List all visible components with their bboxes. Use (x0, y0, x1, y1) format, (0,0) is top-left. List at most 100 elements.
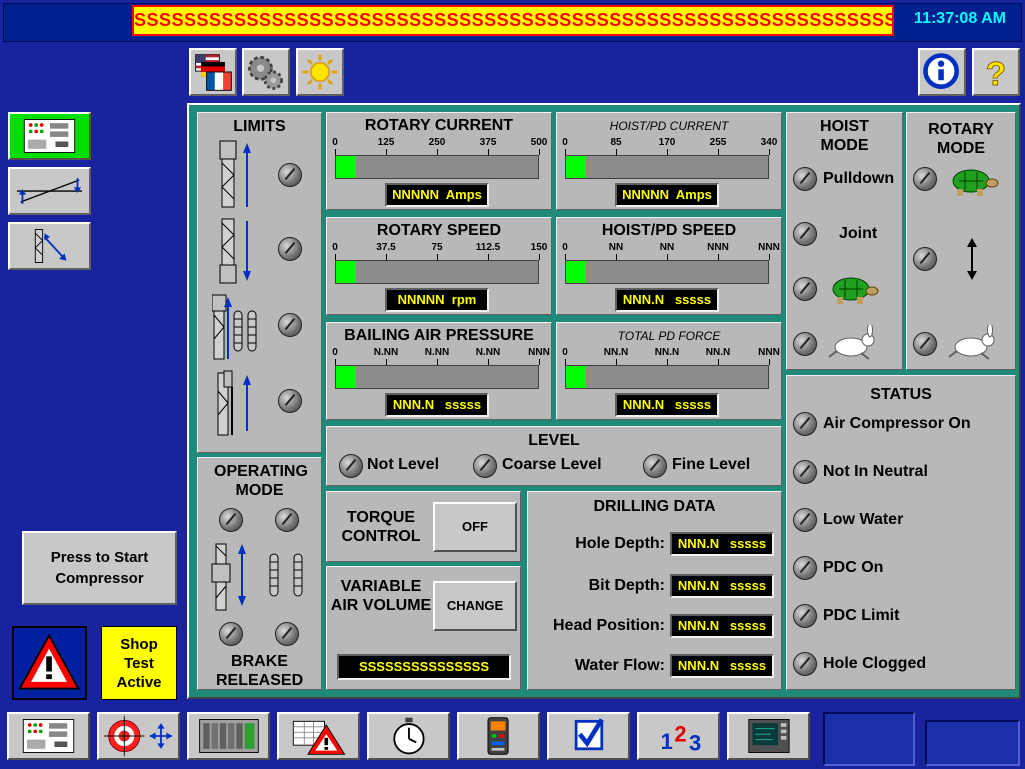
bottom-positioning-button[interactable] (97, 712, 180, 760)
rotary-speed-scale-label: 150 (530, 242, 548, 253)
limit-led-2[interactable] (278, 237, 302, 261)
info-button[interactable] (918, 48, 966, 96)
bottom-checklist-button[interactable] (547, 712, 630, 760)
rotary-fast-led[interactable] (913, 332, 937, 356)
status-pdc-limit-led[interactable] (793, 604, 817, 628)
bailing-air-pressure-scale-label: N.NN (373, 347, 399, 358)
limit-led-4[interactable] (278, 389, 302, 413)
rotary-current-scale-label: 0 (332, 137, 338, 148)
flags-icon (195, 54, 232, 91)
total-pd-force-title: TOTAL PD FORCE (617, 329, 721, 343)
bottom-empty-slot-2[interactable] (925, 720, 1020, 766)
bottom-timer-button[interactable] (367, 712, 450, 760)
stopwatch-icon (393, 717, 425, 755)
hoist-slow-led[interactable] (793, 277, 817, 301)
status-hole-clogged-led[interactable] (793, 652, 817, 676)
rotary-speed-scale-label: 37.5 (376, 242, 396, 253)
up-down-arrow-icon (967, 238, 977, 280)
bottom-display-button[interactable] (727, 712, 810, 760)
settings-button[interactable] (242, 48, 290, 96)
total-pd-force-scale-label: 0 (562, 347, 568, 358)
handheld-device-icon (487, 717, 509, 755)
bit-depth-label: Bit Depth: (588, 577, 665, 594)
gears-icon (248, 55, 283, 90)
language-button[interactable] (189, 48, 237, 96)
total-pd-force-bar-fill (566, 366, 587, 388)
io-rack-icon (199, 719, 259, 753)
rotary-speed-title: ROTARY SPEED (376, 222, 502, 239)
coarse-level-led[interactable] (473, 454, 497, 478)
operating-mode-led-1[interactable] (219, 508, 243, 532)
hoist-fast-led[interactable] (793, 332, 817, 356)
nav-calibration-button[interactable] (8, 167, 91, 215)
bailing-air-pressure-readout: NNN.N sssss (385, 393, 489, 417)
hoist-pd-speed-scale-label: NN (608, 242, 624, 253)
rotary-slow-led[interactable] (913, 167, 937, 191)
not-level-led[interactable] (339, 454, 363, 478)
rotary-speed-bar-fill (336, 261, 357, 283)
status-not-in-neutral-led[interactable] (793, 460, 817, 484)
operating-mode-led-3[interactable] (219, 622, 243, 646)
brightness-button[interactable] (296, 48, 344, 96)
rotary-neutral-led[interactable] (913, 247, 937, 271)
start-compressor-button[interactable]: Press to Start Compressor (22, 531, 177, 605)
hoist-pd-speed-bar (565, 260, 769, 284)
bailing-air-pressure-scale-label: NNN (528, 347, 550, 358)
target-crosshair-icon (104, 715, 172, 757)
brake-status-label: BRAKE RELEASED (216, 653, 304, 689)
drilling-data-title: DRILLING DATA (593, 498, 716, 515)
operating-mode-led-4[interactable] (275, 622, 299, 646)
hoist-pd-current-scale-label: 340 (760, 137, 778, 148)
operating-mode-diagram (211, 543, 303, 611)
hoist-pd-speed-scale-label: NNN (758, 242, 780, 253)
variable-air-volume-panel: VARIABLE AIR VOLUME CHANGE SSSSSSSSSSSSS… (326, 566, 521, 690)
nav-main-screen-button[interactable] (8, 112, 91, 160)
svg-text:?: ? (986, 55, 1006, 92)
total-pd-force-scale-label: NN.N (603, 347, 629, 358)
help-button[interactable]: ? (972, 48, 1020, 96)
total-pd-force-scale-label: NN.N (705, 347, 731, 358)
bailing-air-pressure-scale-label: N.NN (475, 347, 501, 358)
bottom-main-screen-button[interactable] (7, 712, 90, 760)
control-panel-icon (22, 719, 75, 753)
rotary-speed-scale-label: 0 (332, 242, 338, 253)
hole-depth-value: NNN.N sssss (670, 532, 774, 556)
fine-level-led[interactable] (643, 454, 667, 478)
rotary-current-panel: ROTARY CURRENT 0 125 250 375 500 NNNNN Amps (326, 112, 552, 210)
mast-raise-icon (34, 229, 67, 263)
hoist-mode-panel: HOIST MODE Pulldown Joint (786, 112, 903, 370)
rotary-current-bar (335, 155, 539, 179)
hoist-pd-current-readout: NNNNN Amps (615, 183, 719, 207)
nav-mast-button[interactable] (8, 222, 91, 270)
status-pdc-on-led[interactable] (793, 556, 817, 580)
terminal-panel-icon (748, 719, 790, 753)
rotary-current-scale-label: 250 (428, 137, 446, 148)
status-low-water-led[interactable] (793, 508, 817, 532)
rotary-current-readout: NNNNN Amps (385, 183, 489, 207)
alarm-indicator[interactable] (12, 626, 87, 700)
bottom-alarm-history-button[interactable] (277, 712, 360, 760)
status-air-compressor-led[interactable] (793, 412, 817, 436)
hoist-joint-led[interactable] (793, 222, 817, 246)
operating-mode-led-2[interactable] (275, 508, 299, 532)
bottom-counters-button[interactable]: 1 2 3 (637, 712, 720, 760)
limit-led-3[interactable] (278, 313, 302, 337)
turtle-icon (832, 277, 879, 304)
bailing-air-pressure-scale-label: 0 (332, 347, 338, 358)
bottom-io-rack-button[interactable] (187, 712, 270, 760)
water-flow-label: Water Flow: (574, 657, 665, 674)
total-pd-force-readout: NNN.N sssss (615, 393, 719, 417)
bottom-remote-button[interactable] (457, 712, 540, 760)
rotary-current-scale-label: 500 (530, 137, 548, 148)
status-pdc-on-label: PDC On (823, 559, 884, 576)
coarse-level-label: Coarse Level (502, 456, 602, 473)
hoist-pulldown-led[interactable] (793, 167, 817, 191)
turtle-icon (952, 169, 999, 196)
hoist-pd-speed-panel: HOIST/PD SPEED 0 NN NN NNN NNN NNN.N sssss (556, 217, 782, 315)
variable-air-change-button[interactable]: CHANGE (433, 581, 517, 631)
torque-off-button[interactable]: OFF (433, 502, 517, 552)
operating-mode-panel: OPERATING MODE BRAKE RELEASED (197, 457, 322, 690)
limit-led-1[interactable] (278, 163, 302, 187)
level-title: LEVEL (528, 432, 580, 449)
bottom-empty-slot-1[interactable] (823, 712, 915, 766)
